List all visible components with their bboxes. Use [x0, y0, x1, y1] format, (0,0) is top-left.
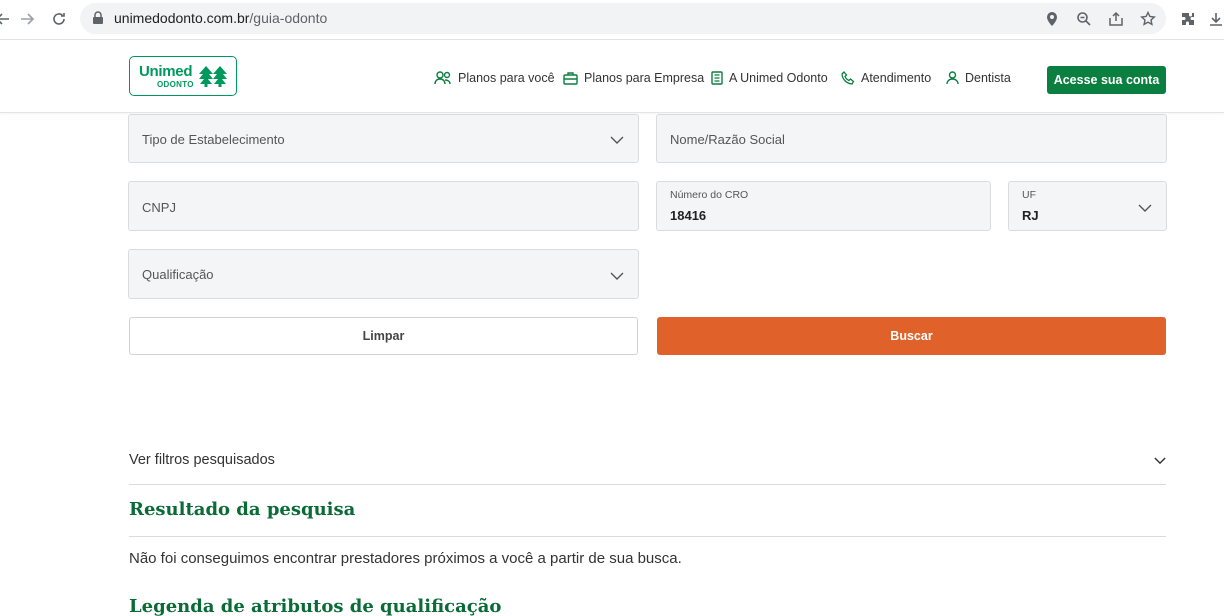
zoom-icon[interactable]: [1074, 9, 1094, 29]
numero-cro-input[interactable]: Número do CRO 18416: [656, 181, 991, 231]
phone-icon: [841, 71, 855, 85]
numero-cro-label: Número do CRO: [670, 189, 749, 201]
nav-label: Planos para você: [458, 71, 555, 85]
site-header: Unimed ODONTO Planos para você Planos pa…: [0, 41, 1224, 113]
nav-label: Atendimento: [861, 71, 932, 85]
briefcase-icon: [563, 71, 578, 85]
nome-razao-social-input[interactable]: Nome/Razão Social: [656, 114, 1167, 163]
tipo-estabelecimento-placeholder: Tipo de Estabelecimento: [142, 132, 285, 147]
legenda-title: Legenda de atributos de qualificação: [129, 596, 502, 616]
nav-label: Planos para Empresa: [584, 71, 705, 85]
chevron-down-icon: [610, 136, 624, 144]
nome-razao-social-placeholder: Nome/Razão Social: [670, 132, 785, 147]
chevron-down-icon: [610, 272, 624, 280]
acesse-sua-conta-button[interactable]: Acesse sua conta: [1047, 66, 1166, 94]
back-icon[interactable]: [0, 8, 14, 30]
divider: [129, 536, 1166, 537]
ver-filtros-label: Ver filtros pesquisados: [129, 452, 275, 468]
user-icon: [946, 71, 959, 85]
tipo-estabelecimento-select[interactable]: Tipo de Estabelecimento: [128, 114, 639, 163]
reload-icon[interactable]: [48, 8, 70, 30]
nav-planos-voce[interactable]: Planos para você: [434, 70, 555, 86]
url-text: unimedodonto.com.br/guia-odonto: [114, 10, 327, 26]
uf-value: RJ: [1022, 208, 1039, 223]
url-path: /guia-odonto: [249, 10, 328, 26]
logo-text: Unimed: [139, 63, 193, 80]
people-icon: [434, 71, 451, 85]
cnpj-placeholder: CNPJ: [142, 200, 176, 215]
uf-select[interactable]: UF RJ: [1008, 181, 1167, 231]
logo-subtext: ODONTO: [157, 80, 194, 89]
uf-label: UF: [1022, 189, 1036, 201]
share-icon[interactable]: [1106, 9, 1126, 29]
forward-icon[interactable]: [16, 8, 38, 30]
nav-dentista[interactable]: Dentista: [946, 70, 1011, 86]
browser-toolbar: unimedodonto.com.br/guia-odonto: [0, 0, 1224, 40]
nav-label: A Unimed Odonto: [729, 71, 828, 85]
limpar-button[interactable]: Limpar: [129, 317, 638, 355]
qualificacao-placeholder: Qualificação: [142, 267, 214, 282]
address-bar[interactable]: unimedodonto.com.br/guia-odonto: [80, 3, 1166, 34]
resultado-title: Resultado da pesquisa: [129, 499, 356, 520]
nav-atendimento[interactable]: Atendimento: [841, 70, 931, 86]
lock-icon[interactable]: [92, 11, 104, 25]
chevron-down-icon: [1154, 457, 1166, 465]
buscar-button[interactable]: Buscar: [657, 317, 1166, 355]
pine-trees-icon: [199, 66, 227, 87]
star-icon[interactable]: [1138, 9, 1158, 29]
cnpj-input[interactable]: CNPJ: [128, 181, 639, 231]
chevron-down-icon: [1138, 204, 1152, 212]
unimed-odonto-logo[interactable]: Unimed ODONTO: [129, 56, 237, 96]
nav-label: Dentista: [965, 71, 1011, 85]
nav-planos-empresa[interactable]: Planos para Empresa: [563, 70, 704, 86]
location-icon[interactable]: [1042, 9, 1062, 29]
qualificacao-select[interactable]: Qualificação: [128, 249, 639, 299]
ver-filtros-accordion[interactable]: Ver filtros pesquisados: [129, 444, 1166, 485]
download-icon[interactable]: [1206, 9, 1224, 29]
numero-cro-value: 18416: [670, 208, 707, 223]
nav-a-unimed-odonto[interactable]: A Unimed Odonto: [711, 70, 828, 86]
no-results-message: Não foi conseguimos encontrar prestadore…: [129, 550, 682, 567]
book-icon: [711, 71, 723, 85]
url-host: unimedodonto.com.br: [114, 10, 250, 26]
extensions-icon[interactable]: [1178, 9, 1198, 29]
